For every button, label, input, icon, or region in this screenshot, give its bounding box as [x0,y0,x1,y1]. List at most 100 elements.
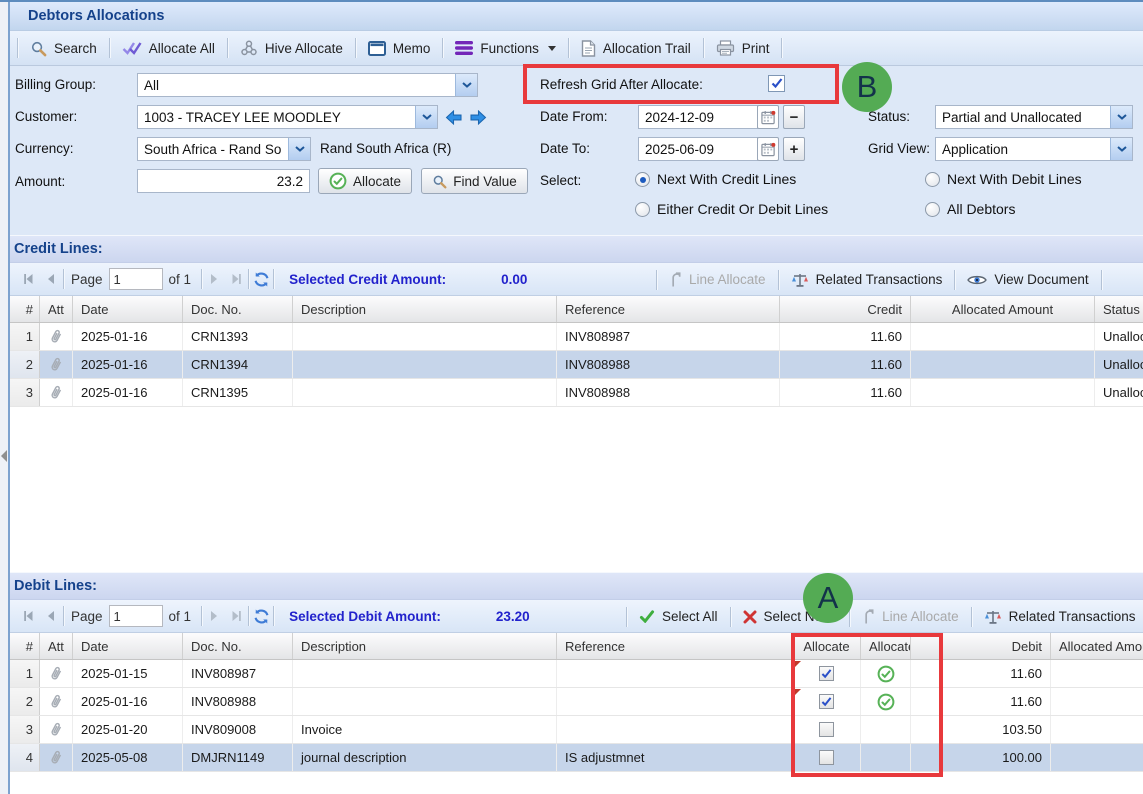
radio-either-credit-or-debit-lines[interactable] [635,202,650,217]
column-header[interactable]: Att [40,633,73,659]
customer-select[interactable]: 1003 - TRACEY LEE MOODLEY [137,105,438,129]
credit-page-input[interactable]: 1 [109,268,163,290]
chevron-down-icon[interactable] [415,106,437,128]
debit-table-row[interactable]: 1 2025-01-15 INV808987 11.60 [10,660,1143,688]
status-select[interactable]: Partial and Unallocated [935,105,1133,129]
column-header[interactable]: Credit [780,296,911,322]
chevron-down-icon[interactable] [1110,106,1132,128]
debit-line-allocate-button[interactable]: Line Allocate [851,605,970,629]
credit-table-row[interactable]: 1 2025-01-16 CRN1393 INV808987 11.60 Una… [10,323,1143,351]
toolbar-separator [355,38,356,58]
view-document-button[interactable]: View Document [956,268,1099,292]
column-header[interactable]: Reference [557,633,793,659]
next-customer-button[interactable] [467,105,490,129]
first-page-button[interactable] [18,268,40,290]
paperclip-icon[interactable] [47,326,65,346]
billing-group-select[interactable]: All [137,73,478,97]
column-header[interactable]: Description [293,296,557,322]
paperclip-icon[interactable] [47,663,65,683]
toolbar-separator [781,38,782,58]
date-from-decrement-button[interactable]: − [783,105,805,129]
debit-related-transactions-button[interactable]: Related Transactions [973,605,1143,629]
date-to-calendar-button[interactable] [757,137,779,161]
find-value-button[interactable]: Find Value [421,168,528,194]
chevron-down-icon[interactable] [288,138,310,160]
date-from-label: Date From: [540,109,608,124]
column-header[interactable]: Doc. No. [183,633,293,659]
chevron-down-icon[interactable] [1110,138,1132,160]
radio-next-with-debit-lines[interactable] [925,172,940,187]
toolbar-separator [227,38,228,58]
column-header[interactable]: Description [293,633,557,659]
column-header[interactable]: # [10,633,40,659]
date-to-input[interactable]: 2025-06-09 [638,137,758,161]
next-page-button[interactable] [203,605,225,627]
chevron-down-icon[interactable] [455,74,477,96]
window-titlebar: Debtors Allocations [10,2,1143,31]
left-collapse-gutter[interactable] [0,2,10,794]
last-page-button[interactable] [225,605,247,627]
credit-table-row-selected[interactable]: 2 2025-01-16 CRN1394 INV808988 11.60 Una… [10,351,1143,379]
column-header[interactable]: Allocated Amount [911,296,1095,322]
functions-menu-button[interactable]: Functions [444,35,567,61]
toolbar-separator [626,607,627,627]
column-header[interactable]: Date [73,296,183,322]
amount-input[interactable]: 23.2 [137,169,310,193]
credit-lines-toolbar: Page 1 of 1 Selected Credit Amount: 0.00… [10,263,1143,296]
radio-all-debtors[interactable] [925,202,940,217]
paperclip-icon[interactable] [47,719,65,739]
column-header[interactable]: Reference [557,296,780,322]
memo-button[interactable]: Memo [357,35,442,61]
credit-related-transactions-button[interactable]: Related Transactions [780,268,954,292]
radio-next-with-credit-lines[interactable] [635,172,650,187]
date-from-input[interactable]: 2024-12-09 [638,105,758,129]
toolbar-separator [63,269,64,289]
print-button[interactable]: Print [705,35,781,61]
paperclip-icon[interactable] [47,691,65,711]
allocate-all-button[interactable]: Allocate All [111,35,226,61]
allocation-trail-button[interactable]: Allocation Trail [570,35,702,61]
previous-page-button[interactable] [40,605,62,627]
paperclip-icon[interactable] [47,382,65,402]
debit-table-row[interactable]: 3 2025-01-20 INV809008 Invoice 103.50 [10,716,1143,744]
refresh-icon[interactable] [250,268,272,290]
refresh-icon[interactable] [250,605,272,627]
toolbar-separator [273,606,274,626]
last-page-button[interactable] [225,268,247,290]
column-header[interactable]: Att [40,296,73,322]
column-header[interactable]: # [10,296,40,322]
debit-table-row[interactable]: 2 2025-01-16 INV808988 11.60 [10,688,1143,716]
search-icon [30,40,47,57]
debit-table-row-selected[interactable]: 4 2025-05-08 DMJRN1149 journal descripti… [10,744,1143,772]
grid-view-label: Grid View: [868,141,930,156]
credit-line-allocate-button[interactable]: Line Allocate [658,268,777,292]
credit-table-row[interactable]: 3 2025-01-16 CRN1395 INV808988 11.60 Una… [10,379,1143,407]
hive-allocate-button[interactable]: Hive Allocate [229,35,354,61]
allocate-button[interactable]: Allocate [318,168,412,194]
toolbar-separator [954,270,955,290]
first-page-button[interactable] [18,605,40,627]
column-header[interactable]: Allocated Amount [1051,633,1143,659]
amount-label: Amount: [15,174,65,189]
select-all-button[interactable]: Select All [628,605,729,629]
selected-credit-amount-label: Selected Credit Amount: [289,272,446,287]
toolbar-separator [109,38,110,58]
grid-view-select[interactable]: Application [935,137,1133,161]
functions-icon [455,41,473,55]
paperclip-icon[interactable] [47,354,65,374]
previous-customer-button[interactable] [442,105,465,129]
paperclip-icon[interactable] [47,747,65,767]
date-from-calendar-button[interactable] [757,105,779,129]
toolbar-separator [971,607,972,627]
currency-select[interactable]: South Africa - Rand So [137,137,311,161]
column-header[interactable]: Status [1095,296,1143,322]
search-button[interactable]: Search [19,35,108,61]
column-header[interactable]: Date [73,633,183,659]
date-to-increment-button[interactable]: + [783,137,805,161]
collapse-arrow-icon[interactable] [1,450,7,462]
debit-page-input[interactable]: 1 [109,605,163,627]
previous-page-button[interactable] [40,268,62,290]
column-header[interactable]: Doc. No. [183,296,293,322]
toolbar-separator [778,270,779,290]
next-page-button[interactable] [203,268,225,290]
